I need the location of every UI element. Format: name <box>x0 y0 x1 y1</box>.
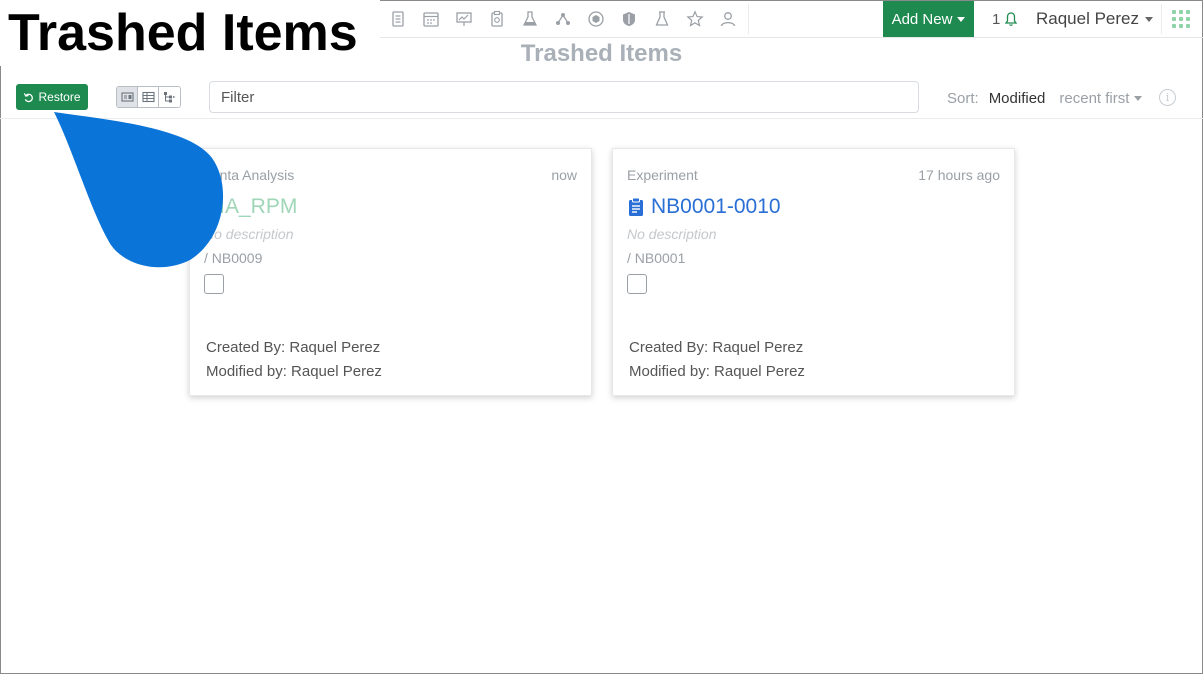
notification-count: 1 <box>992 10 1001 28</box>
card-view-button[interactable] <box>117 87 138 107</box>
tutorial-pointer-shape <box>54 112 224 268</box>
user-name: Raquel Perez <box>1036 9 1140 28</box>
notifications-button[interactable]: 1 <box>992 9 1019 29</box>
nav-divider <box>748 4 749 34</box>
item-title-link[interactable]: NB0001-0010 <box>627 195 781 219</box>
item-time: 17 hours ago <box>918 167 1000 183</box>
apps-grid-icon[interactable] <box>1172 10 1190 28</box>
star-icon[interactable] <box>678 6 711 32</box>
undo-icon <box>24 92 34 102</box>
page-title: Trashed Items <box>520 40 683 67</box>
item-description: No description <box>627 226 717 242</box>
experiment-clipboard-icon <box>629 197 643 216</box>
bell-icon <box>1005 12 1018 26</box>
item-time: now <box>551 167 577 183</box>
clipboard-icon[interactable] <box>480 6 513 32</box>
lab-flask-icon[interactable] <box>513 6 546 32</box>
item-type: Experiment <box>627 167 698 183</box>
presentation-icon[interactable] <box>447 6 480 32</box>
trashed-item-card: Lenta Analysis now NIA_RPM No descriptio… <box>189 148 592 396</box>
item-path: / NB0001 <box>627 250 686 266</box>
add-new-button[interactable]: Add New <box>883 1 974 37</box>
add-new-label: Add New <box>891 10 953 28</box>
chevron-down-icon <box>1134 95 1143 101</box>
info-icon[interactable]: i <box>1159 89 1176 106</box>
user-icon[interactable] <box>711 6 744 32</box>
notebook-icon[interactable] <box>381 6 414 32</box>
table-view-icon <box>141 91 155 103</box>
nav-divider <box>1161 4 1162 34</box>
view-mode-toggle <box>116 86 181 108</box>
restore-label: Restore <box>38 90 81 104</box>
item-created-by: Created By: Raquel Perez <box>206 339 381 356</box>
item-modified-by: Modified by: Raquel Perez <box>629 363 805 380</box>
trashed-item-card: Experiment 17 hours ago NB0001-0010 No d… <box>612 148 1015 396</box>
user-menu[interactable]: Raquel Perez <box>1036 8 1154 30</box>
restore-button[interactable]: Restore <box>16 84 88 110</box>
table-view-button[interactable] <box>138 87 159 107</box>
tree-view-button[interactable] <box>159 87 180 107</box>
item-created-by: Created By: Raquel Perez <box>629 339 804 356</box>
sort-order-dropdown[interactable]: recent first <box>1059 89 1143 107</box>
hexagon-icon[interactable] <box>579 6 612 32</box>
tree-view-icon <box>164 92 176 103</box>
module-icon-bar <box>381 6 744 32</box>
molecule-icon[interactable] <box>546 6 579 32</box>
shield-icon[interactable] <box>612 6 645 32</box>
calendar-icon[interactable] <box>414 6 447 32</box>
sort-label: Sort: <box>947 89 979 107</box>
sort-order-label: recent first <box>1059 89 1130 107</box>
sort-control: Sort: Modified recent first <box>947 88 1143 108</box>
filter-input[interactable] <box>209 81 919 113</box>
card-view-icon <box>120 92 134 102</box>
select-checkbox[interactable] <box>204 274 224 294</box>
item-title: NB0001-0010 <box>651 195 781 218</box>
select-checkbox[interactable] <box>627 274 647 294</box>
sort-field-dropdown[interactable]: Modified <box>989 90 1046 107</box>
chevron-down-icon <box>957 16 966 22</box>
beaker-icon[interactable] <box>645 6 678 32</box>
item-modified-by: Modified by: Raquel Perez <box>206 363 382 380</box>
chevron-down-icon <box>1145 16 1154 22</box>
